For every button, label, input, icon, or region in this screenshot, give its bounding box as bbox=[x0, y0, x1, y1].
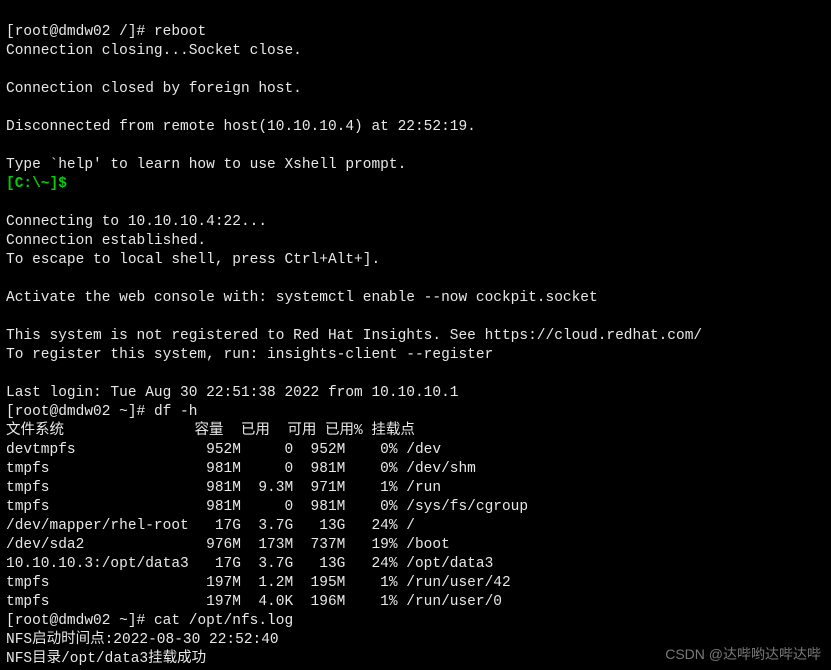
cmd-df-h: df -h bbox=[154, 404, 198, 420]
df-row: devtmpfs 952M 0 952M 0% /dev bbox=[6, 442, 441, 458]
msg-last-login: Last login: Tue Aug 30 22:51:38 2022 fro… bbox=[6, 385, 458, 401]
df-row: /dev/mapper/rhel-root 17G 3.7G 13G 24% / bbox=[6, 518, 415, 534]
df-row: tmpfs 981M 0 981M 0% /dev/shm bbox=[6, 461, 476, 477]
msg-established: Connection established. bbox=[6, 233, 206, 249]
terminal-window[interactable]: [root@dmdw02 /]# reboot Connection closi… bbox=[0, 0, 831, 670]
cmd-cat-nfslog: cat /opt/nfs.log bbox=[154, 613, 293, 629]
df-row: tmpfs 197M 1.2M 195M 1% /run/user/42 bbox=[6, 575, 511, 591]
df-row: tmpfs 197M 4.0K 196M 1% /run/user/0 bbox=[6, 594, 502, 610]
xshell-prompt: [C:\~]$ bbox=[6, 176, 76, 192]
msg-disconnected: Disconnected from remote host(10.10.10.4… bbox=[6, 119, 476, 135]
msg-conn-closing: Connection closing...Socket close. bbox=[6, 43, 302, 59]
prompt-root-slash: [root@dmdw02 /]# bbox=[6, 24, 154, 40]
msg-conn-closed: Connection closed by foreign host. bbox=[6, 81, 302, 97]
msg-connecting: Connecting to 10.10.10.4:22... bbox=[6, 214, 267, 230]
msg-insights-1: This system is not registered to Red Hat… bbox=[6, 328, 702, 344]
df-row: 10.10.10.3:/opt/data3 17G 3.7G 13G 24% /… bbox=[6, 556, 493, 572]
prompt-root-home-2: [root@dmdw02 ~]# bbox=[6, 613, 154, 629]
nfs-log-line-1: NFS启动时间点:2022-08-30 22:52:40 bbox=[6, 632, 279, 648]
cmd-reboot: reboot bbox=[154, 24, 206, 40]
df-header: 文件系统 容量 已用 可用 已用% 挂载点 bbox=[6, 423, 415, 439]
df-row: /dev/sda2 976M 173M 737M 19% /boot bbox=[6, 537, 450, 553]
nfs-log-line-2: NFS目录/opt/data3挂载成功 bbox=[6, 651, 206, 667]
msg-insights-2: To register this system, run: insights-c… bbox=[6, 347, 493, 363]
df-row: tmpfs 981M 9.3M 971M 1% /run bbox=[6, 480, 441, 496]
prompt-root-home-1: [root@dmdw02 ~]# bbox=[6, 404, 154, 420]
msg-help: Type `help' to learn how to use Xshell p… bbox=[6, 157, 406, 173]
msg-activate-cockpit: Activate the web console with: systemctl… bbox=[6, 290, 598, 306]
msg-escape: To escape to local shell, press Ctrl+Alt… bbox=[6, 252, 380, 268]
df-row: tmpfs 981M 0 981M 0% /sys/fs/cgroup bbox=[6, 499, 528, 515]
